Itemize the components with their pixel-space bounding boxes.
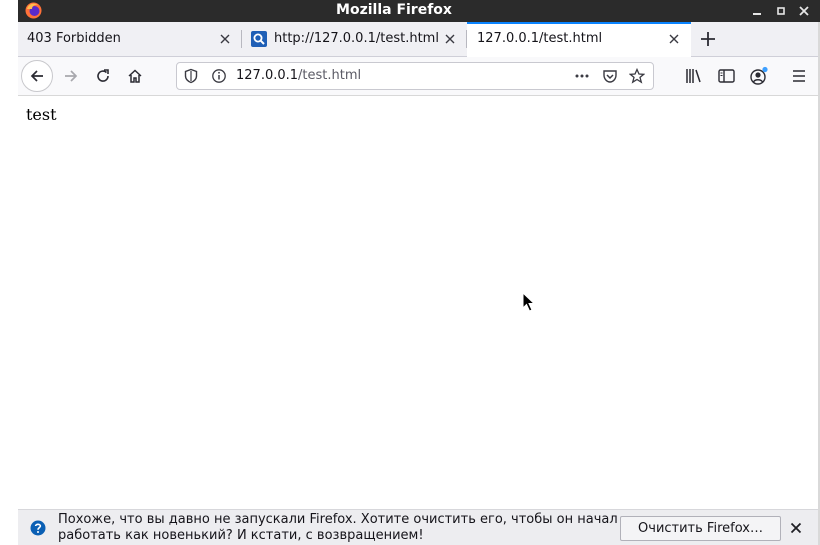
tab-search-results[interactable]: http://127.0.0.1/test.html <box>242 22 467 56</box>
home-icon <box>128 69 142 83</box>
home-button[interactable] <box>121 62 149 90</box>
library-icon[interactable] <box>685 68 703 84</box>
question-icon <box>30 520 46 536</box>
reload-button[interactable] <box>89 62 117 90</box>
account-icon[interactable] <box>749 66 769 86</box>
tab-403-forbidden[interactable]: 403 Forbidden <box>18 22 242 56</box>
reload-icon <box>97 69 109 82</box>
back-button[interactable] <box>21 60 53 92</box>
url-text[interactable]: 127.0.0.1/test.html <box>236 63 361 89</box>
mouse-pointer-icon <box>522 292 536 312</box>
firefox-window: Mozilla Firefox 403 Forbidden http://127… <box>0 0 820 545</box>
navigation-toolbar: 127.0.0.1/test.html <box>18 57 818 96</box>
close-icon <box>799 6 809 16</box>
maximize-icon <box>777 7 785 15</box>
notification-close-icon[interactable] <box>788 520 804 536</box>
url-host: 127.0.0.1 <box>236 68 299 83</box>
new-tab-plus-icon[interactable] <box>698 29 718 49</box>
tab-test-html[interactable]: 127.0.0.1/test.html <box>467 22 691 57</box>
bookmark-star-icon[interactable] <box>629 68 645 84</box>
back-arrow-icon <box>30 70 43 82</box>
tab-label: http://127.0.0.1/test.html <box>274 31 439 46</box>
pocket-icon[interactable] <box>602 68 618 84</box>
page-actions-icon[interactable] <box>574 68 590 84</box>
page-body-text: test <box>26 105 57 124</box>
refresh-firefox-button[interactable]: Очистить Firefox… <box>620 516 781 541</box>
tab-label: 127.0.0.1/test.html <box>477 31 603 46</box>
tab-close-icon[interactable] <box>666 31 682 47</box>
site-info-icon[interactable] <box>211 68 227 84</box>
notification-bar: Похоже, что вы давно не запускали Firefo… <box>18 509 818 545</box>
tab-close-icon[interactable] <box>442 31 458 47</box>
forward-button[interactable] <box>57 62 85 90</box>
minimize-icon <box>753 13 761 15</box>
maximize-button[interactable] <box>772 2 790 20</box>
desktop-edge <box>0 22 18 545</box>
window-title: Mozilla Firefox <box>336 2 452 18</box>
tab-label: 403 Forbidden <box>27 31 121 46</box>
page-content: test <box>18 97 818 509</box>
notification-message: Похоже, что вы давно не запускали Firefo… <box>58 512 618 543</box>
search-icon <box>251 31 267 47</box>
title-bar: Mozilla Firefox <box>18 0 820 22</box>
url-path: /test.html <box>298 68 362 83</box>
menu-icon[interactable] <box>791 68 807 84</box>
close-window-button[interactable] <box>795 2 813 20</box>
tab-close-icon[interactable] <box>217 31 233 47</box>
forward-arrow-icon <box>65 70 78 82</box>
url-bar[interactable]: 127.0.0.1/test.html <box>176 62 654 90</box>
tab-strip: 403 Forbidden http://127.0.0.1/test.html… <box>18 22 818 57</box>
tracking-shield-icon[interactable] <box>183 68 199 84</box>
sidebar-icon[interactable] <box>718 68 735 84</box>
minimize-button[interactable] <box>748 2 766 20</box>
